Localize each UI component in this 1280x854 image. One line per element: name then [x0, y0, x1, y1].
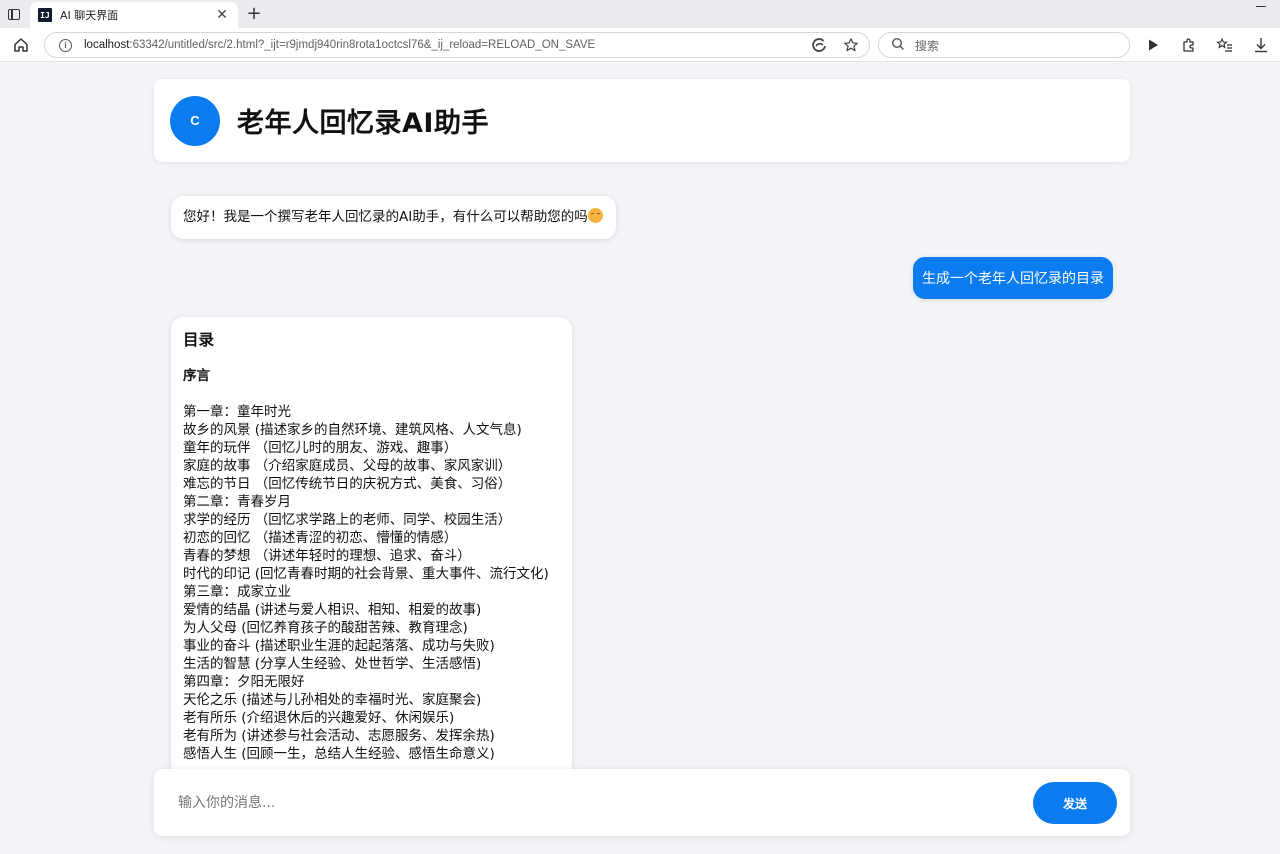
toc-line: 求学的经历 （回忆求学路上的老师、同学、校园生活）	[183, 512, 512, 528]
toc-line: 第二章：青春岁月	[183, 494, 291, 510]
browser-tab[interactable]: IJ AI 聊天界面 ✕	[30, 2, 238, 28]
favorites-list-icon[interactable]	[1216, 36, 1234, 54]
play-icon[interactable]	[1144, 36, 1162, 54]
home-icon[interactable]	[12, 36, 30, 54]
search-icon	[891, 36, 905, 55]
intellij-favicon-icon: IJ	[38, 8, 52, 22]
toc-line: 第三章：成家立业	[183, 584, 291, 600]
toc-preface: 序言	[183, 368, 210, 384]
extensions-icon[interactable]	[1180, 36, 1198, 54]
sidebar-toggle-icon[interactable]	[0, 0, 28, 28]
composer: 发送	[154, 769, 1130, 836]
chat-page: C 老年人回忆录AI助手 您好！我是一个撰写老年人回忆录的AI助手，有什么可以帮…	[0, 62, 1280, 854]
toc-line: 家庭的故事 （介绍家庭成员、父母的故事、家风家训）	[183, 458, 512, 474]
search-box[interactable]: 搜索	[878, 32, 1130, 58]
url-text[interactable]: localhost:63342/untitled/src/2.html?_ijt…	[84, 39, 595, 51]
toc-heading: 目录	[183, 331, 215, 349]
download-icon[interactable]	[1252, 36, 1270, 54]
toc-list: 第一章：童年时光故乡的风景 (描述家乡的自然环境、建筑风格、人文气息) 童年的玩伴…	[183, 403, 560, 763]
tab-title: AI 聊天界面	[60, 9, 119, 22]
bot-toc-message: 目录 序言 第一章：童年时光故乡的风景 (描述家乡的自然环境、建筑风格、人文气息…	[171, 317, 572, 777]
toc-line: 童年的玩伴 （回忆儿时的朋友、游戏、趣事）	[183, 440, 458, 456]
edge-app-icon[interactable]	[811, 37, 827, 53]
send-button[interactable]: 发送	[1033, 782, 1117, 824]
browser-toolbar: i localhost:63342/untitled/src/2.html?_i…	[0, 28, 1280, 62]
avatar: C	[170, 95, 220, 146]
user-message: 生成一个老年人回忆录的目录	[913, 257, 1113, 299]
toc-line: 第四章：夕阳无限好	[183, 674, 305, 690]
toc-line: 时代的印记 (回忆青春时期的社会背景、重大事件、流行文化)	[183, 566, 549, 582]
toc-line: 天伦之乐 (描述与儿孙相处的幸福时光、家庭聚会)	[183, 692, 482, 708]
toc-line: 爱情的结晶 (讲述与爱人相识、相知、相爱的故事)	[183, 602, 482, 618]
toc-line: 生活的智慧 (分享人生经验、处世哲学、生活感悟)	[183, 656, 482, 672]
greeting-text: 您好！我是一个撰写老年人回忆录的AI助手，有什么可以帮助您的吗	[183, 209, 588, 225]
toc-line: 青春的梦想 （讲述年轻时的理想、追求、奋斗）	[183, 548, 471, 564]
toc-line: 难忘的节日 （回忆传统节日的庆祝方式、美食、习俗）	[183, 476, 512, 492]
address-bar[interactable]: i localhost:63342/untitled/src/2.html?_i…	[44, 32, 870, 58]
toc-line: 感悟人生 (回顾一生，总结人生经验、感悟生命意义)	[183, 746, 495, 762]
toc-line: 为人父母 (回忆养育孩子的酸甜苦辣、教育理念)	[183, 620, 468, 636]
toc-line: 第一章：童年时光	[183, 404, 291, 420]
message-input[interactable]	[164, 781, 1024, 825]
smiling-emoji-icon	[587, 208, 603, 223]
toc-line: 初恋的回忆 （描述青涩的初恋、懵懂的情感）	[183, 530, 458, 546]
toc-line: 老有所为 (讲述参与社会活动、志愿服务、发挥余热)	[183, 728, 495, 744]
site-info-icon[interactable]: i	[59, 38, 72, 52]
page-title: 老年人回忆录AI助手	[237, 108, 489, 139]
chat-header: C 老年人回忆录AI助手	[154, 79, 1130, 162]
toc-line: 老有所乐 (介绍退休后的兴趣爱好、休闲娱乐)	[183, 710, 455, 726]
browser-tab-bar: IJ AI 聊天界面 ✕ +	[0, 0, 1280, 28]
toc-line: 事业的奋斗 (描述职业生涯的起起落落、成功与失败)	[183, 638, 495, 654]
search-placeholder: 搜索	[915, 38, 940, 53]
close-tab-icon[interactable]: ✕	[214, 7, 230, 23]
new-tab-icon[interactable]: +	[244, 3, 264, 24]
favorite-star-icon[interactable]	[843, 37, 859, 53]
bot-greeting-message: 您好！我是一个撰写老年人回忆录的AI助手，有什么可以帮助您的吗	[171, 196, 616, 239]
minimize-window-icon[interactable]	[1256, 6, 1266, 7]
toc-line: 故乡的风景 (描述家乡的自然环境、建筑风格、人文气息)	[183, 422, 522, 438]
user-message-text: 生成一个老年人回忆录的目录	[922, 271, 1104, 287]
